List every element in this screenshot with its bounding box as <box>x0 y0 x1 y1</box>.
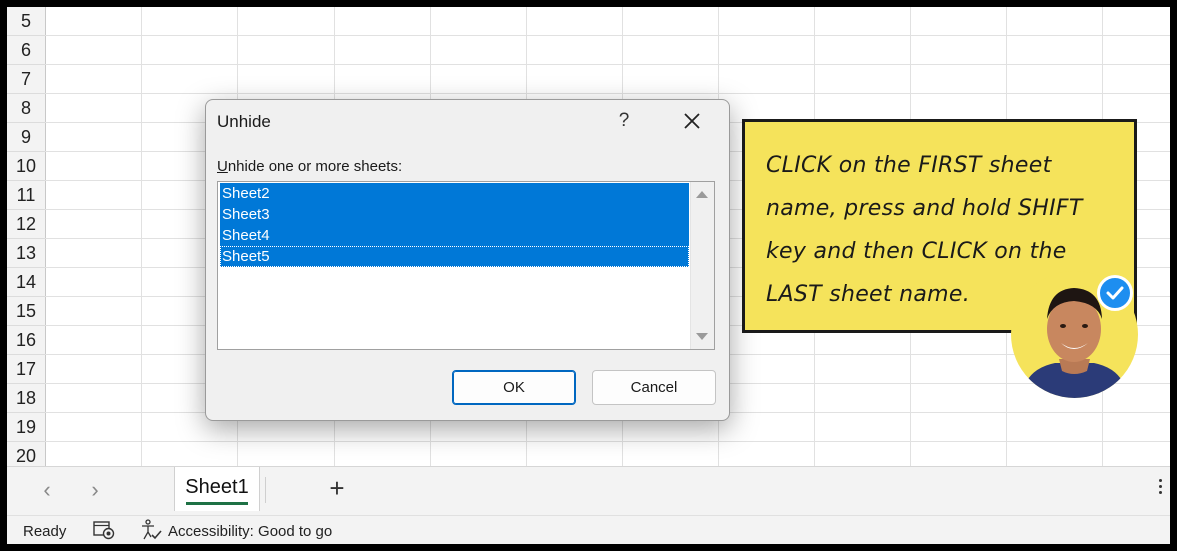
row-header-13[interactable]: 13 <box>7 239 45 268</box>
list-item-sheet2[interactable]: Sheet2 <box>220 183 689 204</box>
list-item-sheet4[interactable]: Sheet4 <box>220 225 689 246</box>
tab-divider <box>265 477 266 503</box>
chevron-left-icon[interactable]: ‹ <box>35 477 59 503</box>
row-header-7[interactable]: 7 <box>7 65 45 94</box>
row-header-14[interactable]: 14 <box>7 268 45 297</box>
screenshot-frame: 5 6 7 8 9 10 11 12 13 14 15 16 17 18 19 … <box>0 0 1177 551</box>
status-bar: Ready Accessibility: Good to go <box>7 515 1170 544</box>
close-icon[interactable] <box>680 109 704 133</box>
row-header-5[interactable]: 5 <box>7 7 45 36</box>
row-gridline <box>45 441 1170 442</box>
add-sheet-button[interactable]: + <box>323 473 351 503</box>
row-header-20[interactable]: 20 <box>7 442 45 466</box>
unhide-dialog: Unhide ? Unhide one or more sheets: Shee… <box>205 99 730 421</box>
sheet-listbox[interactable]: Sheet2 Sheet3 Sheet4 Sheet5 <box>217 181 715 350</box>
dialog-title: Unhide <box>217 112 271 131</box>
row-gridline <box>45 35 1170 36</box>
scroll-up-arrow-icon[interactable] <box>696 191 708 198</box>
macro-recording-icon[interactable] <box>93 520 115 540</box>
column-gridline <box>141 7 142 466</box>
row-gridline <box>45 64 1170 65</box>
more-options-icon[interactable] <box>1158 479 1164 499</box>
chevron-right-icon[interactable]: › <box>83 477 107 503</box>
row-header-9[interactable]: 9 <box>7 123 45 152</box>
unhide-prompt-label: Unhide one or more sheets: <box>217 158 402 175</box>
row-header-19[interactable]: 19 <box>7 413 45 442</box>
row-header-17[interactable]: 17 <box>7 355 45 384</box>
row-header-11[interactable]: 11 <box>7 181 45 210</box>
cancel-button[interactable]: Cancel <box>592 370 716 405</box>
prompt-text: nhide one or more sheets: <box>227 158 403 175</box>
row-gridline <box>45 93 1170 94</box>
ok-button[interactable]: OK <box>452 370 576 405</box>
row-header-12[interactable]: 12 <box>7 210 45 239</box>
row-header-8[interactable]: 8 <box>7 94 45 123</box>
sheet-tab-label: Sheet1 <box>185 476 249 498</box>
row-header-6[interactable]: 6 <box>7 36 45 65</box>
row-header-15[interactable]: 15 <box>7 297 45 326</box>
prompt-accelerator: U <box>217 158 228 175</box>
listbox-scrollbar[interactable] <box>690 182 714 349</box>
check-badge-icon <box>1097 275 1133 311</box>
row-header-18[interactable]: 18 <box>7 384 45 413</box>
status-ready-text: Ready <box>23 523 67 540</box>
list-item-sheet5[interactable]: Sheet5 <box>220 246 689 267</box>
help-button[interactable]: ? <box>614 110 634 132</box>
excel-window: 5 6 7 8 9 10 11 12 13 14 15 16 17 18 19 … <box>7 7 1170 544</box>
scroll-down-arrow-icon[interactable] <box>696 333 708 340</box>
sheet-tab-sheet1[interactable]: Sheet1 <box>174 467 260 511</box>
row-header-column: 5 6 7 8 9 10 11 12 13 14 15 16 17 18 19 … <box>7 7 46 466</box>
accessibility-icon[interactable] <box>140 519 162 541</box>
row-header-10[interactable]: 10 <box>7 152 45 181</box>
list-item-sheet3[interactable]: Sheet3 <box>220 204 689 225</box>
row-header-16[interactable]: 16 <box>7 326 45 355</box>
accessibility-status-text[interactable]: Accessibility: Good to go <box>168 523 332 540</box>
sheet-tab-bar: ‹ › Sheet1 + <box>7 466 1170 516</box>
active-tab-underline <box>186 502 248 505</box>
